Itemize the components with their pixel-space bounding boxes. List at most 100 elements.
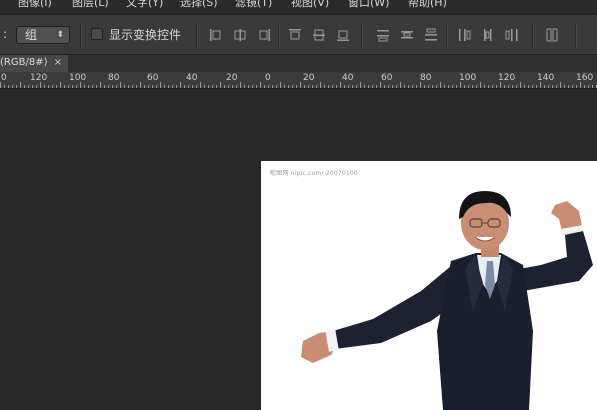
ruler-tick [516, 85, 517, 88]
ruler-label: 100 [459, 73, 477, 83]
menu-image[interactable]: 图像(I) [18, 0, 52, 8]
ruler-tick [408, 85, 409, 88]
ruler-tick [568, 85, 569, 88]
ruler-tick [308, 85, 309, 88]
ruler-tick [440, 82, 441, 88]
ruler-tick [496, 85, 497, 88]
ruler-tick [40, 82, 41, 88]
ruler-tick [8, 85, 9, 88]
ruler-tick [560, 82, 561, 88]
show-transform-label: 显示变换控件 [109, 28, 182, 42]
ruler-tick [536, 85, 537, 88]
show-transform-checkbox[interactable] [91, 28, 103, 40]
align-vcenter-icon[interactable] [312, 28, 326, 42]
ruler-tick [428, 85, 429, 88]
ruler-tick [108, 85, 109, 88]
ruler-tick [260, 82, 261, 88]
separator [278, 23, 280, 48]
ruler-tick [464, 85, 465, 88]
ruler-tick [112, 85, 113, 88]
ruler-tick [484, 85, 485, 88]
auto-align-layers-icon[interactable] [545, 28, 559, 42]
ruler-tick [576, 85, 577, 88]
ruler-tick [180, 82, 181, 88]
document-tab[interactable]: (RGB/8#) × [0, 55, 68, 72]
align-right-icon[interactable] [257, 28, 271, 42]
ruler-tick [368, 85, 369, 88]
ruler-tick [232, 85, 233, 88]
document-tab-label: (RGB/8#) [0, 57, 48, 68]
ruler-tick [220, 82, 221, 88]
menu-view[interactable]: 视图(V) [291, 0, 329, 8]
ruler-tick [360, 82, 361, 88]
menu-bar: 图像(I) 图层(L) 文字(Y) 选择(S) 滤镜(T) 视图(V) 窗口(W… [0, 0, 597, 14]
distribute-vcenter-icon[interactable] [400, 28, 414, 42]
ruler-tick [252, 85, 253, 88]
document-canvas[interactable]: 昵图网 nipic.com/ 20070100 [261, 161, 597, 410]
auto-select-dropdown[interactable]: 组 ⬍ [16, 26, 70, 44]
menu-filter[interactable]: 滤镜(T) [235, 0, 272, 8]
menu-select[interactable]: 选择(S) [180, 0, 218, 8]
ruler-tick [296, 85, 297, 88]
align-bottom-icon[interactable] [336, 28, 350, 42]
distribute-right-icon[interactable] [505, 28, 519, 42]
ruler-tick [140, 82, 141, 88]
person-photo [301, 191, 593, 410]
ruler-tick [324, 85, 325, 88]
close-icon[interactable]: × [54, 55, 62, 70]
ruler-tick [32, 85, 33, 88]
ruler-tick [192, 85, 193, 88]
ruler-tick [420, 82, 421, 88]
ruler-tick [476, 85, 477, 88]
separator [196, 23, 198, 48]
ruler-tick [52, 85, 53, 88]
align-top-icon[interactable] [288, 28, 302, 42]
ruler-tick [64, 85, 65, 88]
distribute-left-icon[interactable] [457, 28, 471, 42]
ruler-tick [424, 85, 425, 88]
ruler-tick [288, 85, 289, 88]
ruler-tick [268, 85, 269, 88]
ruler-tick [12, 85, 13, 88]
ruler-tick [204, 85, 205, 88]
align-hcenter-icon[interactable] [233, 28, 247, 42]
ruler-tick [104, 85, 105, 88]
ruler-label: 20 [303, 73, 315, 83]
distribute-top-icon[interactable] [376, 28, 390, 42]
ruler-tick [60, 82, 61, 88]
menu-help[interactable]: 帮助(H) [408, 0, 447, 8]
ruler-tick [584, 85, 585, 88]
distribute-bottom-icon[interactable] [424, 28, 438, 42]
ruler-tick [188, 85, 189, 88]
ruler-tick [160, 82, 161, 88]
ruler-tick [136, 85, 137, 88]
ruler-tick [336, 85, 337, 88]
ruler-tick [320, 82, 321, 88]
align-left-icon[interactable] [209, 28, 223, 42]
ruler-tick [280, 82, 281, 88]
ruler-label: 60 [381, 73, 393, 83]
menu-layer[interactable]: 图层(L) [72, 0, 109, 8]
canvas-workspace[interactable]: 昵图网 nipic.com/ 20070100 [0, 89, 597, 410]
ruler-tick [304, 85, 305, 88]
ruler-tick [452, 85, 453, 88]
ruler-tick [344, 85, 345, 88]
ruler-tick [508, 85, 509, 88]
ruler-tick [504, 85, 505, 88]
ruler-label: 120 [30, 73, 48, 83]
menu-type[interactable]: 文字(Y) [126, 0, 163, 8]
ruler-tick [76, 85, 77, 88]
ruler-tick [92, 85, 93, 88]
ruler-tick [208, 85, 209, 88]
horizontal-ruler[interactable]: 0 120 100 80 60 40 20 0 20 40 60 80 100 … [0, 72, 597, 89]
ruler-tick [152, 85, 153, 88]
ruler-tick [512, 85, 513, 88]
ruler-tick [128, 85, 129, 88]
ruler-tick [168, 85, 169, 88]
ruler-label: 40 [186, 73, 198, 83]
ruler-tick [68, 85, 69, 88]
ruler-label: 80 [108, 73, 120, 83]
distribute-hcenter-icon[interactable] [481, 28, 495, 42]
separator [532, 23, 534, 48]
menu-window[interactable]: 窗口(W) [348, 0, 389, 8]
